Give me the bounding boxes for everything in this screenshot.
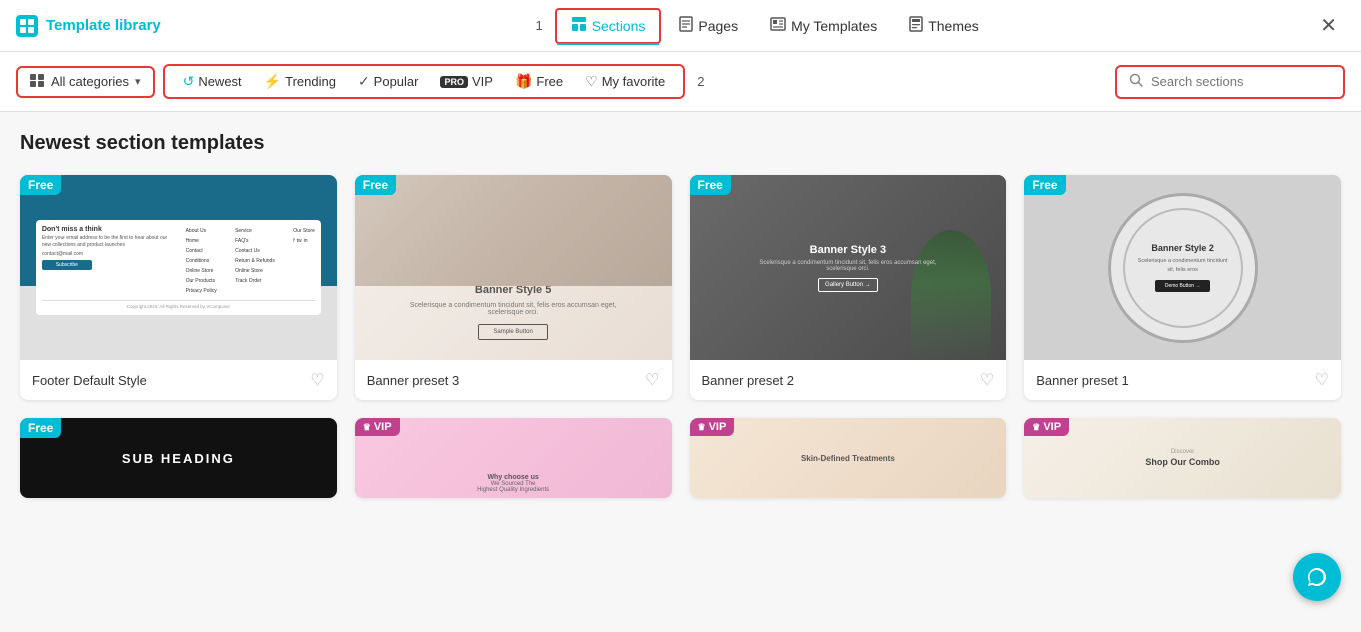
category-dropdown-wrapper[interactable]: All categories ▾ bbox=[16, 66, 155, 98]
filter-tabs: ↺ Newest ⚡ Trending ✓ Popular PRO VIP 🎁 … bbox=[163, 64, 686, 99]
combo-preview: Discover Shop Our Combo bbox=[1024, 418, 1341, 498]
template-card-r2c3[interactable]: ♛ VIP Skin-Defined Treatments bbox=[690, 418, 1007, 498]
category-select[interactable]: All categories ▾ bbox=[26, 70, 145, 94]
nav-item-themes[interactable]: Themes bbox=[895, 10, 993, 42]
banner2-preview: Banner Style 2 Scelerisque a condimentum… bbox=[1024, 175, 1341, 360]
filter-label-newest: Newest bbox=[198, 74, 241, 89]
skin-preview: Skin-Defined Treatments bbox=[690, 418, 1007, 498]
badge-vip-1: ♛ VIP bbox=[355, 418, 400, 436]
card-name-4: Banner preset 1 bbox=[1036, 373, 1129, 388]
close-button[interactable]: ✕ bbox=[1312, 9, 1345, 42]
filter-bar: All categories ▾ ↺ Newest ⚡ Trending ✓ P… bbox=[0, 52, 1361, 112]
newest-icon: ↺ bbox=[183, 73, 195, 90]
template-card-banner3[interactable]: Free Banner Style 5 Scelerisque a condim… bbox=[355, 175, 672, 400]
filter-tab-popular[interactable]: ✓ Popular bbox=[348, 68, 429, 95]
search-box[interactable] bbox=[1115, 65, 1345, 99]
nav-item-pages[interactable]: Pages bbox=[665, 10, 752, 42]
card-name-3: Banner preset 2 bbox=[702, 373, 795, 388]
template-grid-row1: Free Don't miss a think Enter your email… bbox=[20, 175, 1341, 400]
nav-label-themes: Themes bbox=[928, 18, 979, 34]
main-content: Newest section templates Free Don't miss… bbox=[0, 112, 1361, 632]
filter-label-free: Free bbox=[536, 74, 563, 89]
template-card-r2c4[interactable]: ♛ VIP Discover Shop Our Combo bbox=[1024, 418, 1341, 498]
heart-button-4[interactable]: ♡ bbox=[1315, 370, 1329, 390]
favorite-icon: ♡ bbox=[585, 73, 598, 90]
banner3-preview: Banner Style 3 Scelerisque a condimentum… bbox=[690, 175, 1007, 360]
vip-badge-icon: PRO bbox=[440, 76, 468, 88]
card-name-2: Banner preset 3 bbox=[367, 373, 460, 388]
section-title: Newest section templates bbox=[20, 132, 1341, 155]
card-footer-4: Banner preset 1 ♡ bbox=[1024, 360, 1341, 400]
app-title: Template library bbox=[46, 17, 161, 34]
card-image-banner2: Free Banner Style 3 Scelerisque a condim… bbox=[690, 175, 1007, 360]
heart-button-3[interactable]: ♡ bbox=[980, 370, 994, 390]
card-footer-2: Banner preset 3 ♡ bbox=[355, 360, 672, 400]
header: Template library 1 Sections bbox=[0, 0, 1361, 52]
logo-icon bbox=[16, 15, 38, 37]
filter-tab-free[interactable]: 🎁 Free bbox=[505, 68, 573, 95]
nav-label-my-templates: My Templates bbox=[791, 18, 877, 34]
nav-center: 1 Sections Pages bbox=[216, 8, 1312, 44]
footer-preview: Don't miss a think Enter your email addr… bbox=[20, 175, 337, 360]
nav-item-my-templates[interactable]: My Templates bbox=[756, 11, 891, 41]
logo: Template library bbox=[16, 15, 216, 37]
card-name-1: Footer Default Style bbox=[32, 373, 147, 388]
card-image-banner1: Free Banner Style 2 Scelerisque a condim… bbox=[1024, 175, 1341, 360]
chevron-down-icon: ▾ bbox=[135, 75, 141, 88]
template-card-r2c2[interactable]: ♛ VIP Why choose us We Sourced TheHighes… bbox=[355, 418, 672, 498]
pink-preview: Why choose us We Sourced TheHighest Qual… bbox=[355, 418, 672, 498]
nav-label-pages: Pages bbox=[698, 18, 738, 34]
card-image-r2c1: Free SUB HEADING bbox=[20, 418, 337, 498]
card-image-banner3: Free Banner Style 5 Scelerisque a condim… bbox=[355, 175, 672, 360]
template-card-r2c1[interactable]: Free SUB HEADING bbox=[20, 418, 337, 498]
filter-tab-vip[interactable]: PRO VIP bbox=[430, 69, 502, 94]
badge-vip-2: ♛ VIP bbox=[690, 418, 735, 436]
category-label: All categories bbox=[51, 74, 129, 89]
template-grid-row2: Free SUB HEADING ♛ VIP Why choose us We … bbox=[20, 418, 1341, 498]
badge-free-5: Free bbox=[20, 418, 61, 438]
badge-free: Free bbox=[20, 175, 61, 195]
badge-free-2: Free bbox=[355, 175, 396, 195]
badge-free-4: Free bbox=[1024, 175, 1065, 195]
banner5-preview: Banner Style 5 Scelerisque a condimentum… bbox=[355, 175, 672, 360]
nav-label-sections: Sections bbox=[592, 18, 646, 34]
dark-preview: SUB HEADING bbox=[20, 418, 337, 498]
search-icon bbox=[1129, 73, 1143, 91]
filter-label-my-favorite: My favorite bbox=[602, 74, 666, 89]
nav-item-sections[interactable]: Sections bbox=[555, 8, 662, 44]
category-icon bbox=[30, 74, 45, 90]
heart-button-1[interactable]: ♡ bbox=[310, 370, 324, 390]
card-footer-1: Footer Default Style ♡ bbox=[20, 360, 337, 400]
filter-label-vip: VIP bbox=[472, 74, 493, 89]
search-input[interactable] bbox=[1151, 74, 1331, 89]
filter-label-popular: Popular bbox=[374, 74, 419, 89]
trending-icon: ⚡ bbox=[264, 73, 281, 90]
filter-number: 2 bbox=[697, 74, 704, 89]
card-image-r2c3: ♛ VIP Skin-Defined Treatments bbox=[690, 418, 1007, 498]
popular-icon: ✓ bbox=[358, 73, 370, 90]
heart-button-2[interactable]: ♡ bbox=[645, 370, 659, 390]
filter-tab-newest[interactable]: ↺ Newest bbox=[173, 68, 252, 95]
template-card-banner1[interactable]: Free Banner Style 2 Scelerisque a condim… bbox=[1024, 175, 1341, 400]
card-image-r2c4: ♛ VIP Discover Shop Our Combo bbox=[1024, 418, 1341, 498]
filter-tab-trending[interactable]: ⚡ Trending bbox=[254, 68, 346, 95]
card-image-footer: Free Don't miss a think Enter your email… bbox=[20, 175, 337, 360]
themes-icon bbox=[909, 16, 923, 36]
filter-tab-my-favorite[interactable]: ♡ My favorite bbox=[575, 68, 675, 95]
pages-icon bbox=[679, 16, 693, 36]
my-templates-icon bbox=[770, 17, 786, 35]
filter-label-trending: Trending bbox=[285, 74, 336, 89]
chat-button[interactable] bbox=[1293, 553, 1341, 601]
step-number: 1 bbox=[535, 18, 542, 33]
card-footer-3: Banner preset 2 ♡ bbox=[690, 360, 1007, 400]
sections-icon bbox=[571, 16, 587, 36]
badge-vip-3: ♛ VIP bbox=[1024, 418, 1069, 436]
badge-free-3: Free bbox=[690, 175, 731, 195]
template-card-footer-default[interactable]: Free Don't miss a think Enter your email… bbox=[20, 175, 337, 400]
card-image-r2c2: ♛ VIP Why choose us We Sourced TheHighes… bbox=[355, 418, 672, 498]
template-card-banner2[interactable]: Free Banner Style 3 Scelerisque a condim… bbox=[690, 175, 1007, 400]
free-icon: 🎁 bbox=[515, 73, 532, 90]
